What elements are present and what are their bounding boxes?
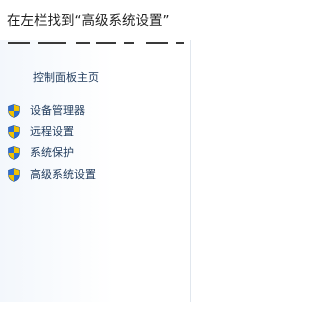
uac-shield-icon [8,146,20,160]
control-panel-left-pane: 控制面板主页 设备管理器 远程设置 系统保护 高级系统设置 [0,40,190,302]
pane-divider [190,40,191,302]
uac-shield-icon [8,125,20,139]
sidebar-item-advanced-system-settings[interactable]: 高级系统设置 [8,167,96,183]
uac-shield-icon [8,168,20,182]
sidebar-item-remote-settings[interactable]: 远程设置 [8,124,74,140]
instruction-caption: 在左栏找到“高级系统设置” [7,13,170,29]
sidebar-item-device-manager[interactable]: 设备管理器 [8,103,85,119]
control-panel-home-link[interactable]: 控制面板主页 [33,71,99,85]
screenshot-stage: 在左栏找到“高级系统设置” 控制面板主页 设备管理器 远程设置 系统保护 高级系… [0,0,243,310]
cropped-window-edge [0,40,190,44]
sidebar-item-system-protection[interactable]: 系统保护 [8,145,74,161]
sidebar-item-label: 设备管理器 [30,104,85,117]
sidebar-item-label: 高级系统设置 [30,168,96,181]
sidebar-item-label: 远程设置 [30,125,74,138]
uac-shield-icon [8,104,20,118]
sidebar-item-label: 系统保护 [30,146,74,159]
